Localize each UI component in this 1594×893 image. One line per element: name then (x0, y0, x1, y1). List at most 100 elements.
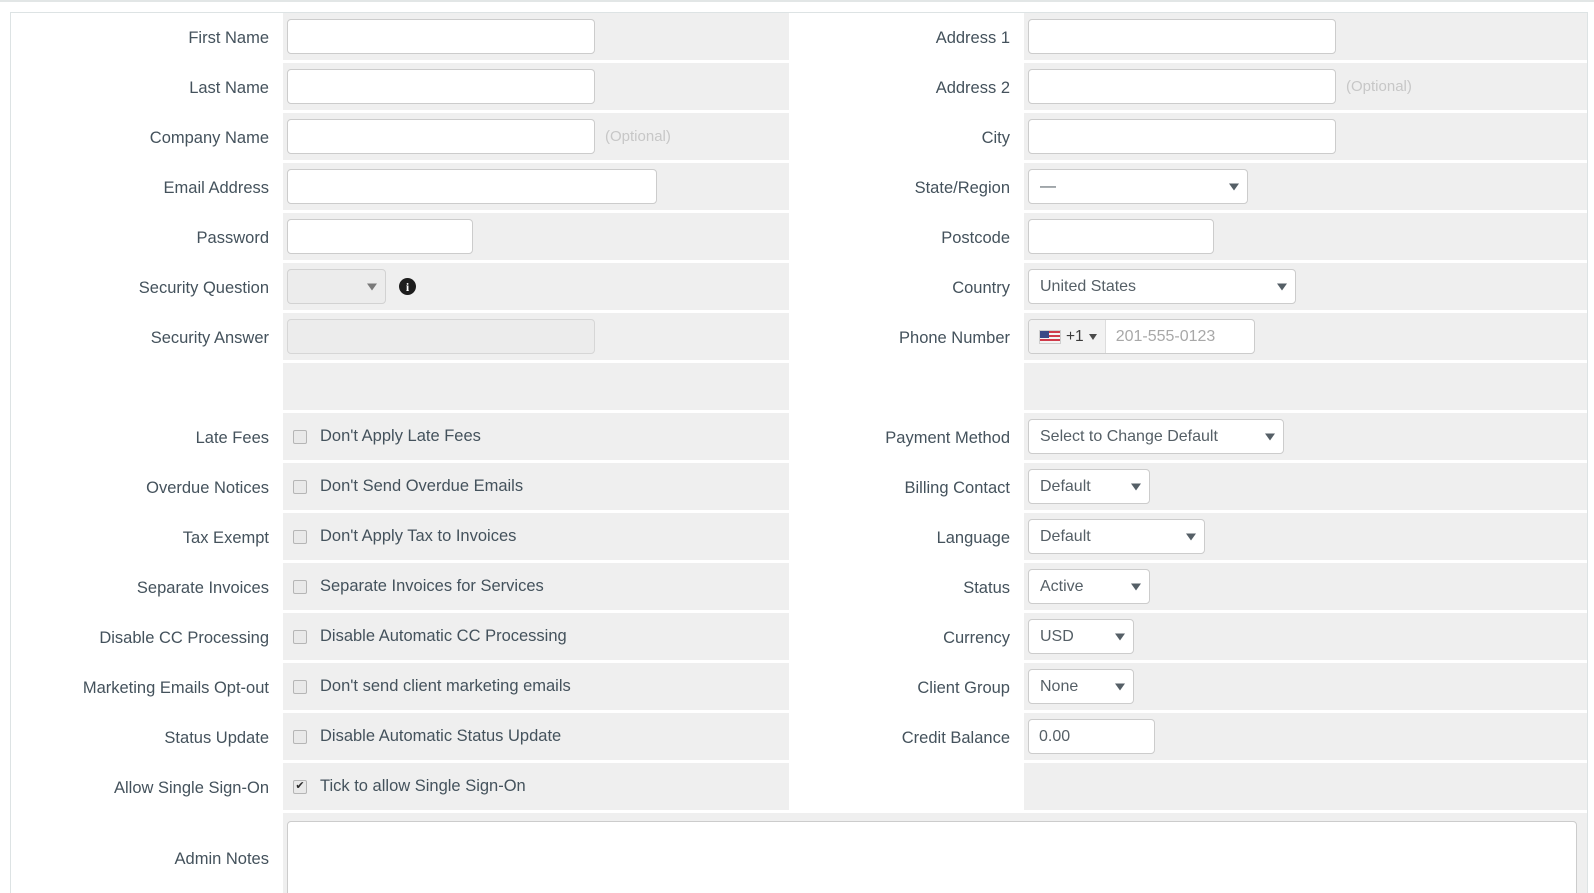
address-2-input[interactable] (1028, 69, 1336, 104)
field-label-allow-single-sign-on: Allow Single Sign-On (11, 763, 283, 813)
late-fees-checkbox-group[interactable]: Don't Apply Late Fees (287, 427, 481, 446)
field-label-marketing-emails-opt-out: Marketing Emails Opt-out (11, 663, 283, 713)
field-cell-billing-contact: Default (1024, 463, 1587, 513)
phone-number-input[interactable] (1105, 320, 1254, 353)
allow-single-sign-on-checkbox-group[interactable]: Tick to allow Single Sign-On (287, 777, 526, 796)
form-row-status-update: Status Update Disable Automatic Status Up… (11, 713, 789, 763)
field-label-password: Password (11, 213, 283, 263)
field-label-currency: Currency (789, 613, 1024, 663)
late-fees-checkbox[interactable] (293, 429, 307, 444)
form-panel: First Name Last Name Company Name (Optional… (10, 12, 1588, 893)
form-row-city: City (789, 113, 1587, 163)
state-region-select[interactable]: — (1028, 169, 1248, 204)
last-name-input[interactable] (287, 69, 595, 104)
tax-exempt-checkbox-group[interactable]: Don't Apply Tax to Invoices (287, 527, 516, 546)
allow-single-sign-on-checkbox[interactable] (293, 779, 307, 794)
left-column: First Name Last Name Company Name (Optional… (11, 13, 789, 813)
form-row-last-name: Last Name (11, 63, 789, 113)
field-label-postcode: Postcode (789, 213, 1024, 263)
field-cell-address-1 (1024, 13, 1587, 63)
admin-notes-field-cell (283, 813, 1587, 893)
field-label-separate-invoices: Separate Invoices (11, 563, 283, 613)
chevron-down-icon (1115, 683, 1125, 690)
spacer-cell (1024, 363, 1587, 413)
field-cell-security-question: i (283, 263, 789, 313)
admin-notes-textarea[interactable] (287, 821, 1577, 893)
form-row-late-fees: Late Fees Don't Apply Late Fees (11, 413, 789, 463)
status-update-checkbox[interactable] (293, 729, 307, 744)
payment-method-select-value: Select to Change Default (1040, 427, 1218, 445)
field-label-last-name: Last Name (11, 63, 283, 113)
first-name-input[interactable] (287, 19, 595, 54)
credit-balance-input[interactable] (1028, 719, 1155, 754)
client-group-select[interactable]: None (1028, 669, 1134, 704)
country-select[interactable]: United States (1028, 269, 1296, 304)
field-label-billing-contact: Billing Contact (789, 463, 1024, 513)
field-cell-client-group: None (1024, 663, 1587, 713)
client-profile-form-page: First Name Last Name Company Name (Optional… (0, 0, 1594, 893)
payment-method-select[interactable]: Select to Change Default (1028, 419, 1284, 454)
admin-notes-row: Admin Notes (11, 813, 1587, 893)
marketing-emails-opt-out-checkbox-label: Don't send client marketing emails (320, 677, 571, 695)
separate-invoices-checkbox-group[interactable]: Separate Invoices for Services (287, 577, 544, 596)
field-label-company-name: Company Name (11, 113, 283, 163)
phone-number-group: +1 (1028, 319, 1255, 354)
form-row-phone-number: Phone Number +1 (789, 313, 1587, 363)
spacer-label (789, 763, 1024, 813)
field-cell-status: Active (1024, 563, 1587, 613)
field-label-state-region: State/Region (789, 163, 1024, 213)
disable-cc-processing-checkbox[interactable] (293, 629, 307, 644)
chevron-down-icon (1131, 483, 1141, 490)
billing-contact-select[interactable]: Default (1028, 469, 1150, 504)
city-input[interactable] (1028, 119, 1336, 154)
field-cell-late-fees: Don't Apply Late Fees (283, 413, 789, 463)
tax-exempt-checkbox[interactable] (293, 529, 307, 544)
overdue-notices-checkbox-group[interactable]: Don't Send Overdue Emails (287, 477, 523, 496)
chevron-down-icon (1115, 633, 1125, 640)
form-row-separate-invoices: Separate Invoices Separate Invoices for S… (11, 563, 789, 613)
dial-code-label: +1 (1066, 327, 1084, 345)
field-cell-payment-method: Select to Change Default (1024, 413, 1587, 463)
field-cell-disable-cc-processing: Disable Automatic CC Processing (283, 613, 789, 663)
password-input[interactable] (287, 219, 473, 254)
field-label-client-group: Client Group (789, 663, 1024, 713)
right-column: Address 1 Address 2 (Optional) City State/Re… (789, 13, 1587, 813)
overdue-notices-checkbox[interactable] (293, 479, 307, 494)
form-row-email-address: Email Address (11, 163, 789, 213)
marketing-emails-opt-out-checkbox-group[interactable]: Don't send client marketing emails (287, 677, 571, 696)
language-select[interactable]: Default (1028, 519, 1205, 554)
form-row-first-name: First Name (11, 13, 789, 63)
chevron-down-icon (1186, 533, 1196, 540)
country-dial-code-selector[interactable]: +1 (1029, 320, 1106, 353)
chevron-down-icon (367, 283, 377, 290)
field-cell-email-address (283, 163, 789, 213)
field-cell-last-name (283, 63, 789, 113)
field-label-country: Country (789, 263, 1024, 313)
security-question-select (287, 269, 386, 304)
email-address-input[interactable] (287, 169, 657, 204)
info-icon[interactable]: i (399, 278, 416, 295)
field-cell-phone-number: +1 (1024, 313, 1587, 363)
company-name-input[interactable] (287, 119, 595, 154)
marketing-emails-opt-out-checkbox[interactable] (293, 679, 307, 694)
chevron-down-icon (1088, 333, 1097, 340)
disable-cc-processing-checkbox-group[interactable]: Disable Automatic CC Processing (287, 627, 567, 646)
form-row-security-answer: Security Answer (11, 313, 789, 363)
address-2-optional-note: (Optional) (1346, 78, 1412, 95)
field-cell-marketing-emails-opt-out: Don't send client marketing emails (283, 663, 789, 713)
field-cell-first-name (283, 13, 789, 63)
field-label-credit-balance: Credit Balance (789, 713, 1024, 763)
form-row-tax-exempt: Tax Exempt Don't Apply Tax to Invoices (11, 513, 789, 563)
postcode-input[interactable] (1028, 219, 1214, 254)
field-cell-company-name: (Optional) (283, 113, 789, 163)
status-update-checkbox-group[interactable]: Disable Automatic Status Update (287, 727, 561, 746)
currency-select[interactable]: USD (1028, 619, 1134, 654)
address-1-input[interactable] (1028, 19, 1336, 54)
form-row-password: Password (11, 213, 789, 263)
status-select[interactable]: Active (1028, 569, 1150, 604)
separate-invoices-checkbox[interactable] (293, 579, 307, 594)
form-row-client-group: Client Group None (789, 663, 1587, 713)
field-cell-tax-exempt: Don't Apply Tax to Invoices (283, 513, 789, 563)
field-label-phone-number: Phone Number (789, 313, 1024, 363)
form-row-postcode: Postcode (789, 213, 1587, 263)
